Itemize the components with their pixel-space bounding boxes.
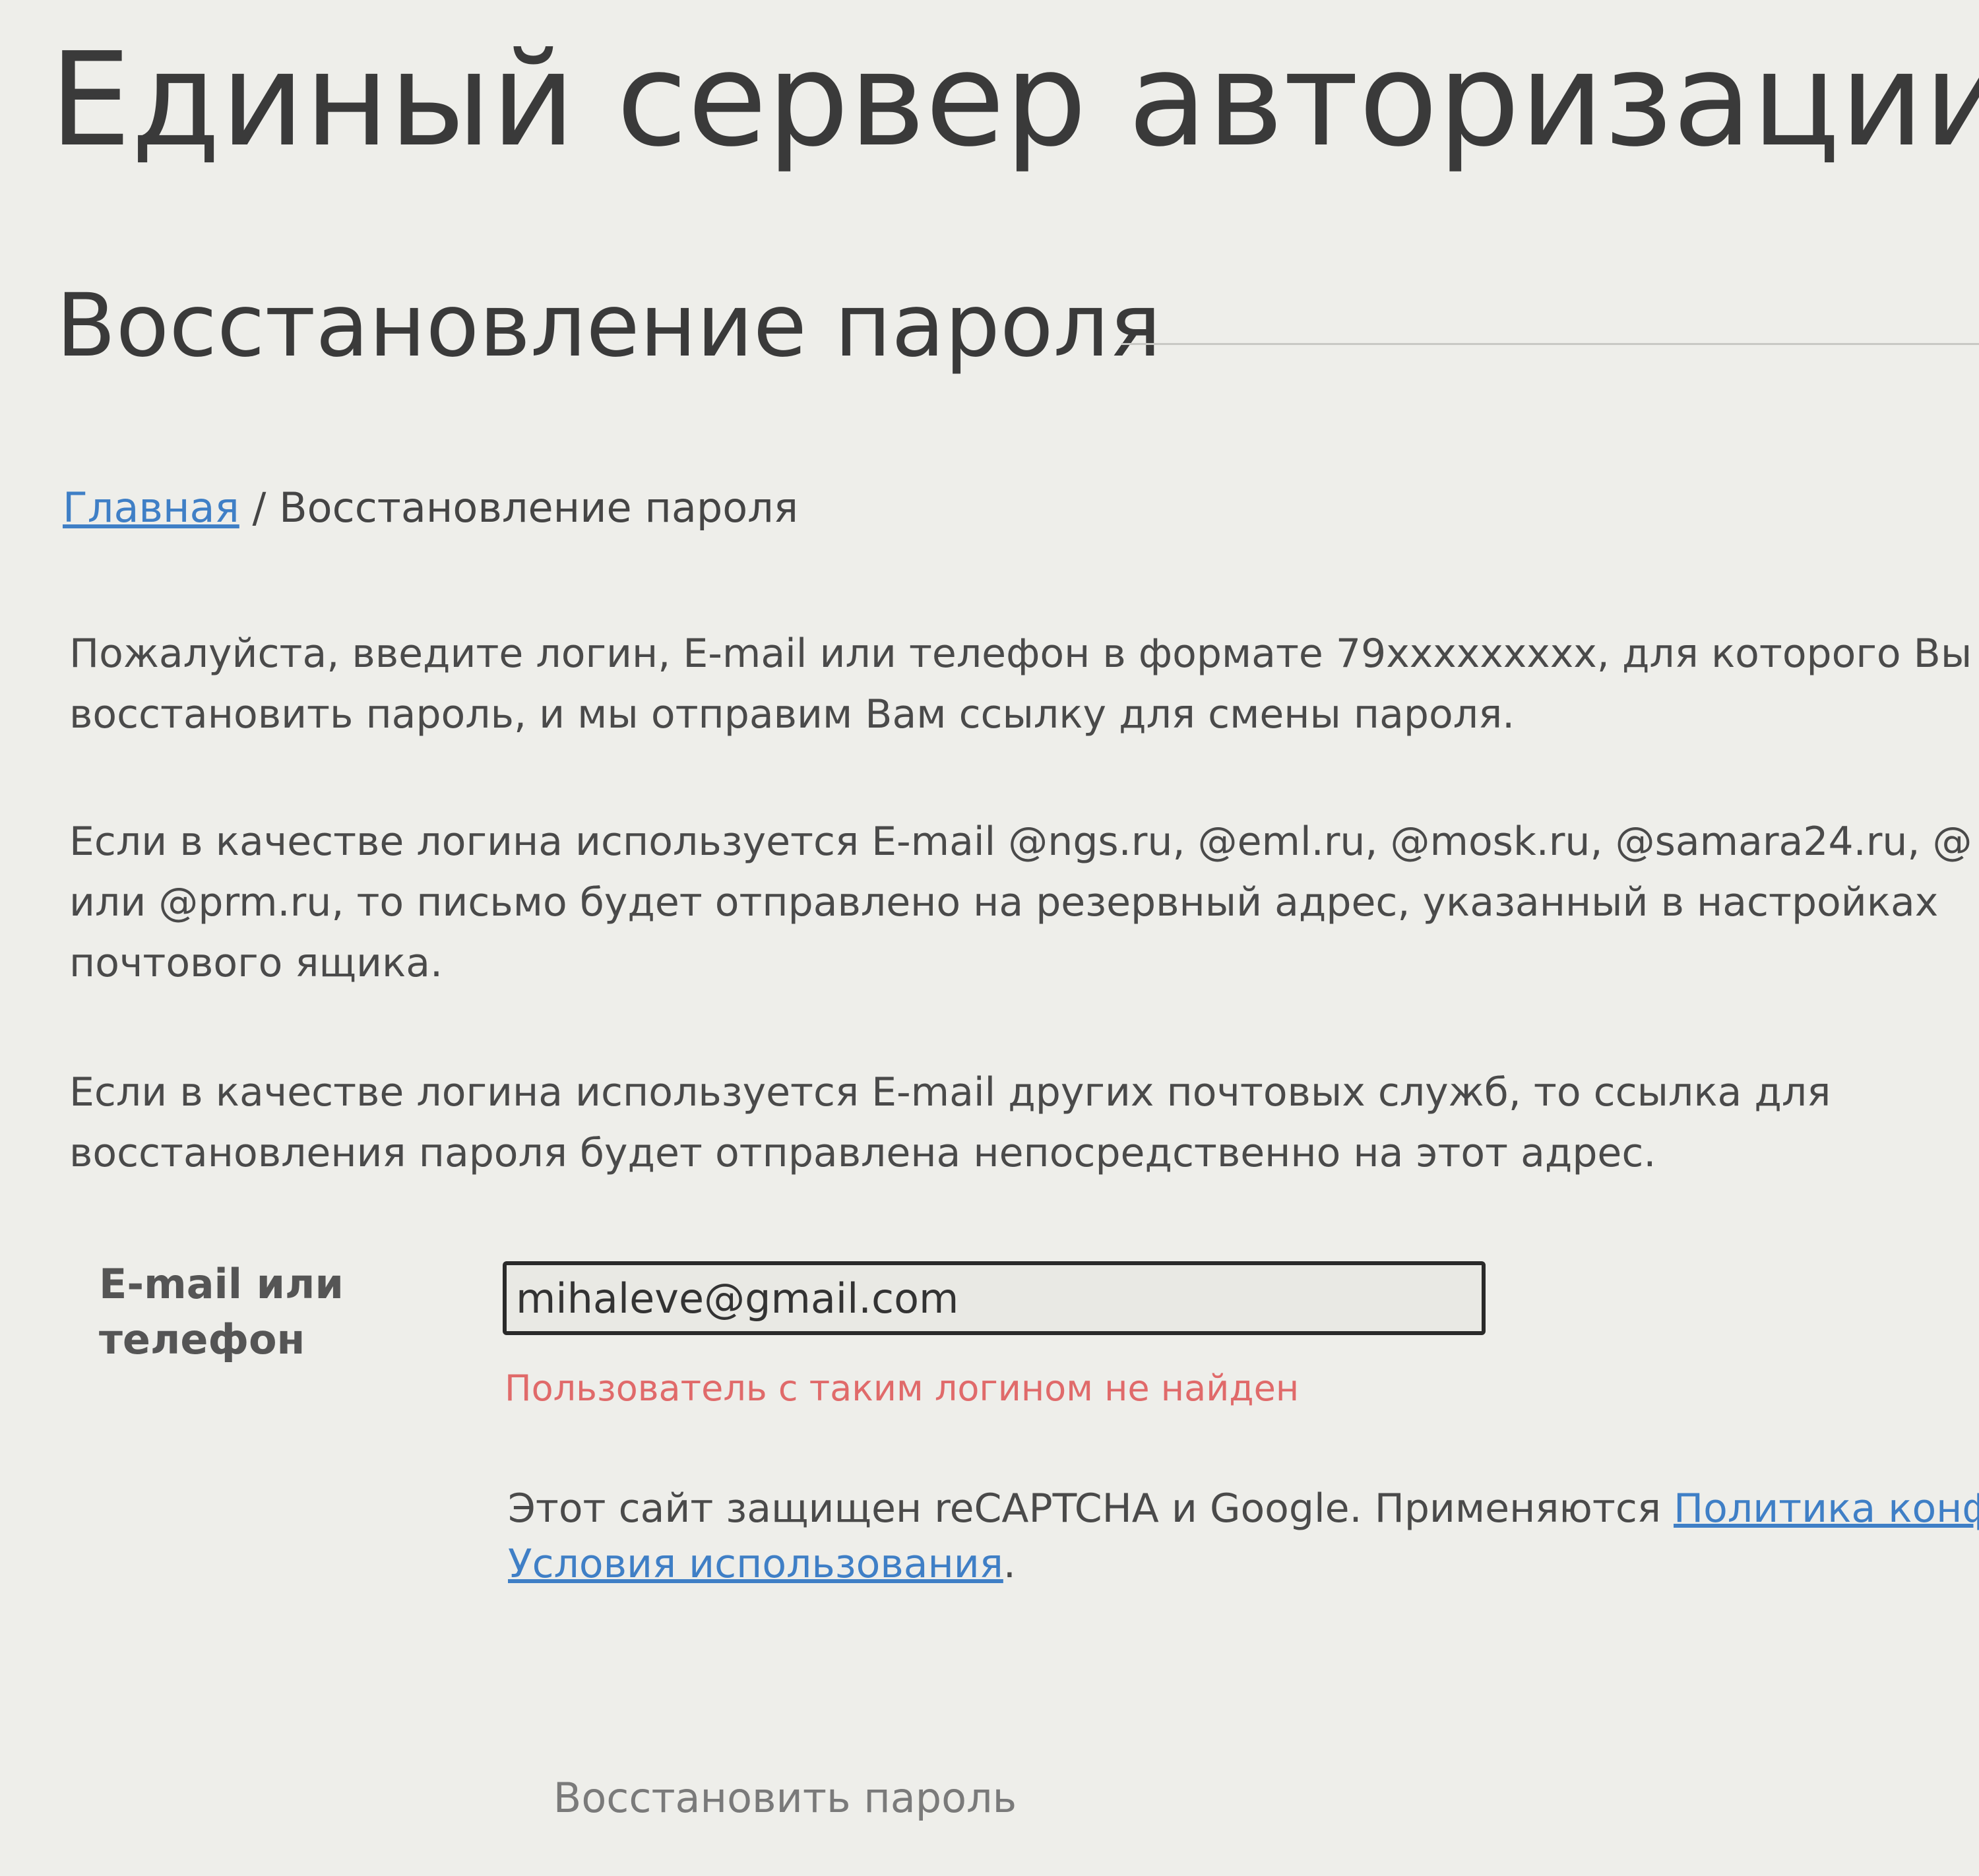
title-divider [1121, 343, 1979, 345]
breadcrumb: Главная / Восстановление пароля [63, 482, 798, 535]
intro-text: Пожалуйста, введите логин, E-mail или те… [69, 623, 1979, 745]
breadcrumb-separator: / [252, 484, 267, 532]
intro-text-line: восстановить пароль, и мы отправим Вам с… [69, 691, 1515, 737]
other-mail-note-line: восстановления пароля будет отправлена н… [69, 1130, 1656, 1176]
login-field-label: E-mail или телефон [99, 1257, 442, 1367]
other-mail-note-line: Если в качестве логина используется E-ma… [69, 1069, 1831, 1115]
ngs-mail-note: Если в качестве логина используется E-ma… [69, 811, 1979, 993]
recaptcha-note-end: . [1003, 1541, 1016, 1587]
ngs-mail-note-line: Если в качестве логина используется E-ma… [69, 819, 1972, 865]
breadcrumb-current: Восстановление пароля [279, 484, 799, 532]
recaptcha-note: Этот сайт защищен reCAPTCHA и Google. Пр… [508, 1481, 1979, 1592]
breadcrumb-home-link[interactable]: Главная [63, 484, 239, 532]
recaptcha-note-text: Этот сайт защищен reCAPTCHA и Google. Пр… [508, 1485, 1674, 1532]
site-title: Единый сервер авторизации [49, 25, 1979, 175]
login-error-message: Пользователь с таким логином не найден [505, 1367, 1300, 1409]
login-field-label-line: телефон [99, 1315, 305, 1363]
restore-password-button[interactable]: Восстановить пароль [528, 1755, 1042, 1840]
privacy-policy-link[interactable]: Политика конфиде [1674, 1485, 1979, 1532]
ngs-mail-note-line: или @prm.ru, то письмо будет отправлено … [69, 879, 1939, 925]
login-field-label-line: E-mail или [99, 1260, 344, 1308]
other-mail-note: Если в качестве логина используется E-ma… [69, 1062, 1979, 1183]
ngs-mail-note-line: почтового ящика. [69, 940, 443, 986]
intro-text-line: Пожалуйста, введите логин, E-mail или те… [69, 631, 1972, 677]
terms-of-use-link[interactable]: Условия использования [508, 1541, 1003, 1587]
login-input[interactable] [503, 1261, 1486, 1335]
page-title: Восстановление пароля [56, 275, 1162, 377]
